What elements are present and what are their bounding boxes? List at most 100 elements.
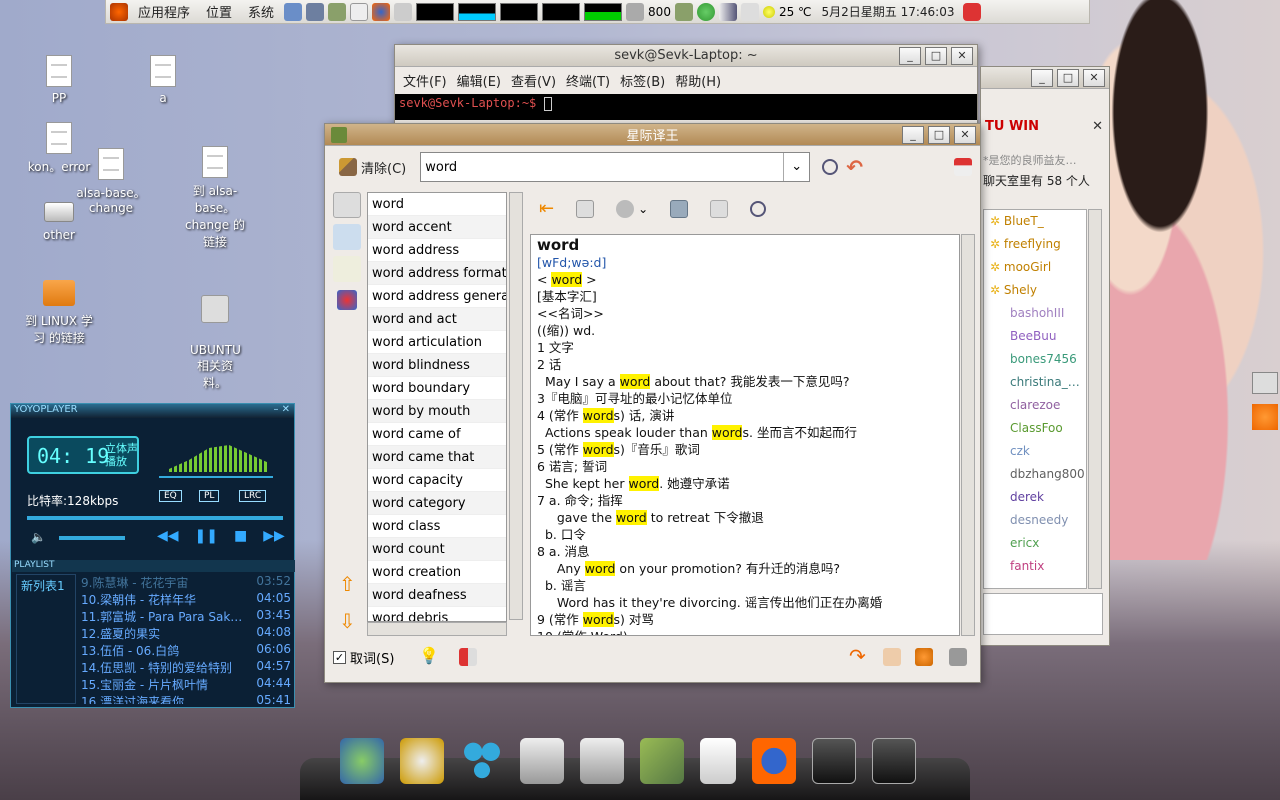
applications-menu[interactable]: 应用程序 [132, 2, 196, 21]
word-list-vscrollbar[interactable] [509, 192, 523, 620]
history-dropdown-chevron-icon[interactable]: ⌄ [783, 153, 809, 181]
user-item[interactable]: desneedy [984, 509, 1086, 532]
list-item[interactable]: word address generate [368, 285, 506, 308]
network-icon[interactable] [284, 2, 303, 21]
stardict-titlebar[interactable]: 星际译王 _ □ ✕ [325, 124, 980, 146]
scan-checkbox[interactable]: ✓ [333, 651, 346, 664]
tool-icon[interactable] [394, 2, 413, 21]
playlist[interactable]: 9.陈慧琳 - 花花宇宙 03:52 10.梁朝伟 - 花样年华 04:05 11.… [81, 574, 291, 704]
globe-launcher-icon[interactable] [340, 738, 384, 784]
dictionary-launcher-icon[interactable] [328, 2, 347, 21]
minimize-button[interactable]: _ [902, 126, 924, 144]
definition-scrollbar[interactable] [961, 234, 975, 636]
search-icon[interactable] [822, 159, 839, 175]
computer-icon[interactable] [306, 2, 325, 21]
user-item[interactable]: BeeBuu [984, 325, 1086, 348]
list-item[interactable]: 9.陈慧琳 - 花花宇宙 03:52 [81, 574, 291, 591]
list-item[interactable]: word articulation [368, 331, 506, 354]
search-input[interactable]: word ⌄ [420, 152, 811, 182]
hand-icon[interactable] [883, 648, 901, 666]
user-item[interactable]: ✲ BlueT_ [984, 210, 1086, 233]
user-item[interactable]: clarezoe [984, 394, 1086, 417]
redo-icon[interactable]: ↷ [849, 644, 866, 668]
user-item[interactable]: bones7456 [984, 348, 1086, 371]
list-item[interactable]: word class [368, 515, 506, 538]
user-item[interactable]: ✲ mooGirl [984, 256, 1086, 279]
close-button[interactable]: ✕ [951, 47, 973, 65]
chat-dock-icon[interactable] [700, 738, 736, 784]
list-item[interactable]: word came that [368, 446, 506, 469]
ubuntu-logo-icon[interactable] [110, 2, 128, 21]
places-menu[interactable]: 位置 [200, 2, 238, 21]
previous-icon[interactable]: ◀◀ [157, 528, 179, 544]
wand-icon[interactable] [333, 192, 361, 218]
pidgin-icon[interactable] [460, 738, 504, 784]
settings-icon[interactable] [616, 199, 635, 218]
chat-input[interactable] [983, 593, 1103, 635]
minimize-button[interactable]: _ [1031, 69, 1053, 87]
desktop-icon-a[interactable]: a [128, 55, 198, 105]
list-item[interactable]: word creation [368, 561, 506, 584]
user-item[interactable]: bashohIII [984, 302, 1086, 325]
balance-slider[interactable] [159, 476, 273, 484]
photo-icon[interactable] [1252, 372, 1278, 394]
list-item[interactable]: word count [368, 538, 506, 561]
clock[interactable]: 5月2日星期五 17:46:03 [822, 3, 955, 20]
preferences-icon[interactable] [949, 648, 967, 666]
menu-view[interactable]: 查看(V) [511, 71, 556, 90]
list-item[interactable]: word [368, 193, 506, 216]
drive-launcher-icon[interactable] [520, 738, 564, 784]
signal-icon[interactable] [718, 2, 737, 21]
home-icon[interactable] [954, 158, 972, 176]
desktop-icon-linux-link[interactable]: 到 LINUX 学习 的链接 [24, 280, 94, 346]
desktop-icon-alsa-link[interactable]: 到 alsa-base。change 的链接 [180, 146, 250, 250]
save-icon[interactable] [670, 199, 689, 218]
next-icon[interactable]: ▶▶ [263, 528, 285, 544]
chat-user-list[interactable]: ✲ BlueT_ ✲ freeflying ✲ mooGirl ✲ Shely … [983, 209, 1087, 589]
player-titlebar[interactable]: YOYOPLAYER – ✕ [11, 404, 294, 418]
desktop-icon-ubuntu-docs[interactable]: UBUNTU相关资料。 [180, 295, 250, 391]
list-item[interactable]: word address format [368, 262, 506, 285]
user-item[interactable]: ✲ Shely [984, 279, 1086, 302]
list-item[interactable]: word deafness [368, 584, 506, 607]
volume-slider[interactable] [59, 536, 125, 540]
firefox-icon[interactable] [372, 2, 391, 21]
text-editor-icon[interactable] [350, 2, 369, 21]
user-item[interactable]: dbzhang800 [984, 463, 1086, 486]
chat-titlebar[interactable]: _ □ ✕ [981, 67, 1109, 89]
previous-arrow-icon[interactable]: ⇧ [339, 572, 356, 596]
system-menu[interactable]: 系统 [242, 2, 280, 21]
result-tree-icon[interactable] [333, 256, 361, 282]
menu-help[interactable]: 帮助(H) [675, 71, 721, 90]
list-item[interactable]: word accent [368, 216, 506, 239]
desktop-icon-other[interactable]: other [24, 202, 94, 242]
stop-icon[interactable]: ■ [234, 528, 247, 544]
list-item[interactable]: 16.漂洋过海来看你 05:41 [81, 693, 291, 704]
maximize-button[interactable]: □ [1057, 69, 1079, 87]
lightbulb-icon[interactable]: 💡 [419, 646, 439, 665]
list-item[interactable]: word capacity [368, 469, 506, 492]
list-item[interactable]: word blindness [368, 354, 506, 377]
list-item[interactable]: word came of [368, 423, 506, 446]
user-item[interactable]: ClassFoo [984, 417, 1086, 440]
menu-tabs[interactable]: 标签(B) [620, 71, 665, 90]
trash-icon[interactable] [1252, 404, 1278, 430]
power-icon[interactable] [962, 2, 981, 21]
user-item[interactable]: derek [984, 486, 1086, 509]
close-button[interactable]: ✕ [954, 126, 976, 144]
system-settings-icon[interactable] [400, 738, 444, 784]
list-item[interactable]: word by mouth [368, 400, 506, 423]
word-list-icon[interactable] [333, 224, 361, 250]
eq-button[interactable]: EQ [159, 490, 182, 502]
minimize-button[interactable]: _ [899, 47, 921, 65]
user-item[interactable]: fantix [984, 555, 1086, 578]
user-item[interactable]: ericx [984, 532, 1086, 555]
menu-edit[interactable]: 编辑(E) [457, 71, 501, 90]
list-item[interactable]: word boundary [368, 377, 506, 400]
terminal2-dock-icon[interactable] [872, 738, 916, 784]
settings-dropdown-chevron-icon[interactable]: ⌄ [638, 202, 648, 216]
list-item[interactable]: 13.伍佰 - 06.白鸽 06:06 [81, 642, 291, 659]
status-icon[interactable] [696, 2, 715, 21]
list-item[interactable]: 12.盛夏的果实 04:08 [81, 625, 291, 642]
definition-panel[interactable]: word [wFd;wə:d] < word > [基本字汇] <<名词>> (… [530, 234, 960, 636]
